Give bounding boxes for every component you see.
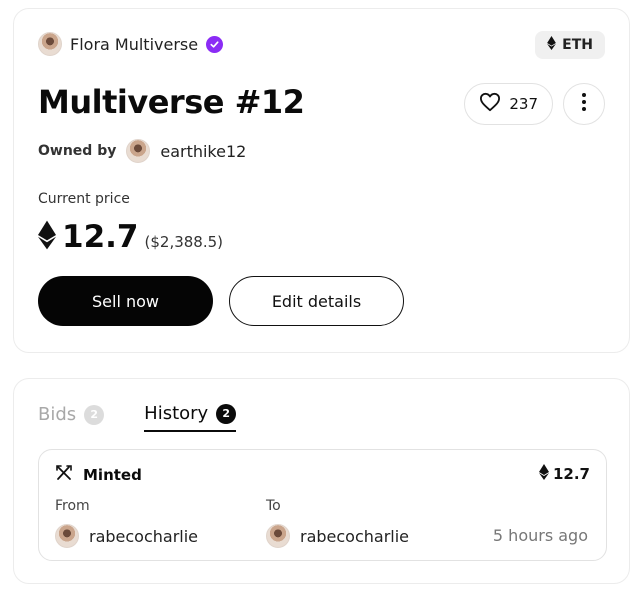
current-price-label: Current price xyxy=(38,191,130,207)
edit-details-button[interactable]: Edit details xyxy=(229,276,404,326)
verified-badge-icon xyxy=(206,35,224,53)
tab-label: Bids xyxy=(38,404,77,425)
ethereum-icon xyxy=(38,220,56,254)
price-usd: ($2,388.5) xyxy=(144,233,224,251)
from-username: rabecocharlie xyxy=(89,526,199,546)
tab-bids[interactable]: Bids 2 xyxy=(38,403,105,432)
ethereum-icon xyxy=(538,464,549,484)
heart-icon xyxy=(479,92,501,116)
price-value: 12.7 xyxy=(62,219,139,255)
event-header: Minted xyxy=(55,464,142,486)
event-type: Minted xyxy=(83,466,142,484)
from-user[interactable]: rabecocharlie xyxy=(55,524,198,548)
owner-row: Owned by earthike12 xyxy=(38,139,246,163)
like-count: 237 xyxy=(509,95,538,113)
owner-name[interactable]: earthike12 xyxy=(160,142,246,161)
from-label: From xyxy=(55,498,90,514)
collection-avatar xyxy=(38,32,62,56)
event-amount-value: 12.7 xyxy=(552,465,590,483)
price-row: 12.7 ($2,388.5) xyxy=(38,219,223,255)
like-button[interactable]: 237 xyxy=(464,83,553,125)
nft-detail-card: Flora Multiverse ETH Multiverse #12 237 … xyxy=(13,8,630,353)
tab-count-badge: 2 xyxy=(84,404,105,425)
from-avatar xyxy=(55,524,79,548)
nft-title: Multiverse #12 xyxy=(38,83,305,121)
to-label: To xyxy=(266,498,281,514)
ethereum-icon xyxy=(547,36,557,54)
to-username: rabecocharlie xyxy=(300,526,410,546)
history-item: Minted 12.7 From To rabecocharlie rabeco… xyxy=(38,449,607,561)
tab-label: History xyxy=(144,403,209,424)
tab-count-badge: 2 xyxy=(216,403,237,424)
event-time: 5 hours ago xyxy=(492,526,588,545)
activity-card: Bids 2 History 2 Minted 12.7 From To rab… xyxy=(13,378,630,584)
collection-link[interactable]: Flora Multiverse xyxy=(38,32,224,56)
crossed-tools-icon xyxy=(55,464,73,486)
more-options-button[interactable] xyxy=(563,83,605,125)
to-avatar xyxy=(266,524,290,548)
more-vertical-icon xyxy=(582,93,586,115)
tab-history[interactable]: History 2 xyxy=(144,403,237,432)
activity-tabs: Bids 2 History 2 xyxy=(38,403,237,432)
event-amount: 12.7 xyxy=(538,464,590,484)
sell-now-button[interactable]: Sell now xyxy=(38,276,213,326)
chain-chip: ETH xyxy=(535,31,605,59)
owner-avatar[interactable] xyxy=(126,139,151,163)
collection-name: Flora Multiverse xyxy=(70,34,199,54)
owned-by-label: Owned by xyxy=(38,143,117,159)
to-user[interactable]: rabecocharlie xyxy=(266,524,409,548)
chain-label: ETH xyxy=(562,37,593,53)
